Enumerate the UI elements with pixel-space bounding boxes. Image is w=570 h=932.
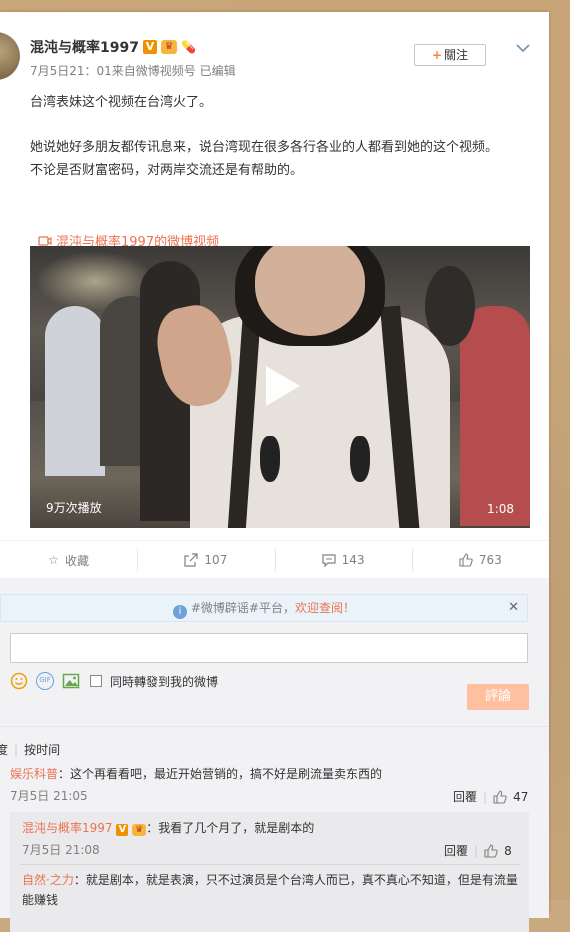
video-bystander: [460, 306, 530, 526]
reply-item: 自然·之力：就是剧本，就是表演，只不过演员是个台湾人而已，真不真心不知道，但是有…: [22, 870, 522, 910]
star-icon: ☆: [48, 553, 59, 567]
verified-badge-icon[interactable]: V: [142, 40, 157, 54]
verified-badge-icon: V: [116, 824, 129, 836]
comment-input[interactable]: [10, 633, 528, 663]
comment-item: 娱乐科普：这个再看看吧，最近开始营销的，搞不好是刷流量卖东西的: [10, 764, 382, 784]
repost-count: 107: [204, 553, 228, 567]
divider: [20, 864, 520, 865]
comment-ops: 回覆 | 47: [453, 788, 528, 805]
comment-time: 7月5日 21:05: [10, 789, 88, 803]
author-name[interactable]: 混沌与概率1997: [30, 37, 139, 57]
video-camera-icon: [38, 235, 52, 246]
thumbs-up-icon: [459, 553, 473, 567]
sort-hot-tab[interactable]: 度: [0, 743, 8, 757]
post-text-line: 她说她好多朋友都传讯息来，说台湾现在很多各行各业的人都看到她的这个视频。: [30, 140, 499, 155]
reply-username[interactable]: 自然·之力: [22, 873, 74, 887]
pill-badge-icon[interactable]: 💊: [181, 40, 196, 54]
avatar[interactable]: [0, 32, 20, 80]
reply-ops: 回覆 | 8: [444, 842, 512, 859]
video-person: [150, 246, 460, 528]
thumbs-up-icon[interactable]: [493, 789, 507, 804]
info-icon: i: [173, 605, 188, 619]
comment-button[interactable]: 143: [274, 549, 412, 571]
comment-text: ：这个再看看吧，最近开始营销的，搞不好是刷流量卖东西的: [58, 767, 383, 781]
notice-text[interactable]: #微博辟谣#平台，: [191, 601, 295, 615]
video-bystander: [45, 306, 105, 476]
ops-separator: |: [474, 843, 479, 858]
comment-count: 143: [341, 553, 365, 567]
notice-highlight[interactable]: 欢迎查阅！: [295, 601, 355, 615]
rumor-notice-bar: i #微博辟谣#平台，欢迎查阅！ ✕: [0, 594, 528, 622]
play-icon[interactable]: [262, 364, 302, 408]
video-player[interactable]: 9万次播放 1:08: [30, 246, 530, 528]
like-button[interactable]: 763: [411, 549, 549, 571]
video-duration: 1:08: [487, 502, 514, 516]
comment-like-count: 47: [513, 789, 529, 804]
image-icon[interactable]: [62, 672, 80, 690]
reply-username[interactable]: 混沌与概率1997: [22, 821, 113, 835]
reply-thread: 混沌与概率1997 V ♛ ：我看了几个月了，就是剧本的 7月5日 21:08 回…: [10, 812, 529, 932]
comment-toolbar: GIF 同時轉發到我的微博: [10, 672, 218, 690]
submit-comment-button[interactable]: 評論: [467, 684, 529, 710]
repost-button[interactable]: 107: [137, 549, 274, 571]
author-line: 混沌与概率1997 V ♛ 💊: [30, 37, 196, 57]
comment-sort: 度 | 按时间: [0, 741, 60, 758]
video-rabbit-print: [350, 436, 370, 482]
comment-username[interactable]: 娱乐科普: [10, 767, 58, 781]
post-text: 台湾表妹这个视频在台湾火了。 她说她好多朋友都传讯息来，说台湾现在很多各行各业的…: [30, 92, 530, 182]
ops-separator: |: [483, 789, 488, 804]
reply-button[interactable]: 回覆: [444, 842, 468, 859]
post-text-line: 台湾表妹这个视频在台湾火了。: [30, 95, 213, 110]
weibo-post-card: 混沌与概率1997 V ♛ 💊 7月5日21：01来自微博视频号 已编辑 + 關注…: [0, 12, 549, 932]
plus-icon: +: [431, 48, 443, 62]
follow-label: 關注: [444, 48, 469, 62]
reply-like-count: 8: [504, 843, 512, 858]
close-icon[interactable]: ✕: [508, 595, 519, 621]
comment-section: i #微博辟谣#平台，欢迎查阅！ ✕ GIF 同時轉發到我的微博 評論 度 | 按时…: [0, 578, 549, 932]
follow-button[interactable]: + 關注: [414, 44, 486, 66]
gif-icon[interactable]: GIF: [36, 672, 54, 690]
post-text-line: [30, 115, 530, 138]
post-text-line: 不论是否财富密码，对两岸交流还是有帮助的。: [30, 162, 304, 178]
crown-badge-icon[interactable]: ♛: [160, 40, 177, 54]
sort-time-tab[interactable]: 按时间: [24, 743, 60, 757]
sort-separator: |: [14, 743, 19, 757]
reply-text: ：我看了几个月了，就是剧本的: [146, 821, 315, 835]
repost-check-label[interactable]: 同時轉發到我的微博: [110, 673, 218, 690]
reply-text: ：就是剧本，就是表演，只不过演员是个台湾人而已，真不真心不知道，但是有流量能赚钱: [22, 873, 518, 907]
post-meta: 7月5日21：01来自微博视频号 已编辑: [30, 64, 236, 78]
video-views: 9万次播放: [46, 501, 102, 515]
reply-button[interactable]: 回覆: [453, 788, 477, 805]
video-rabbit-print: [260, 436, 280, 482]
comment-icon: [322, 554, 336, 567]
divider: [0, 726, 549, 727]
repost-checkbox[interactable]: [90, 675, 102, 687]
action-bar: ☆ 收藏 107 143 763: [0, 540, 549, 579]
favorite-label: 收藏: [65, 553, 90, 568]
like-count: 763: [478, 553, 502, 567]
repost-icon: [184, 553, 199, 567]
emoji-icon[interactable]: [10, 672, 28, 690]
crown-badge-icon: ♛: [132, 824, 147, 836]
reply-time: 7月5日 21:08: [22, 843, 100, 857]
favorite-button[interactable]: ☆ 收藏: [0, 552, 137, 569]
thumbs-up-icon[interactable]: [484, 843, 498, 858]
chevron-down-icon[interactable]: [515, 40, 531, 56]
reply-item: 混沌与概率1997 V ♛ ：我看了几个月了，就是剧本的: [22, 818, 314, 838]
